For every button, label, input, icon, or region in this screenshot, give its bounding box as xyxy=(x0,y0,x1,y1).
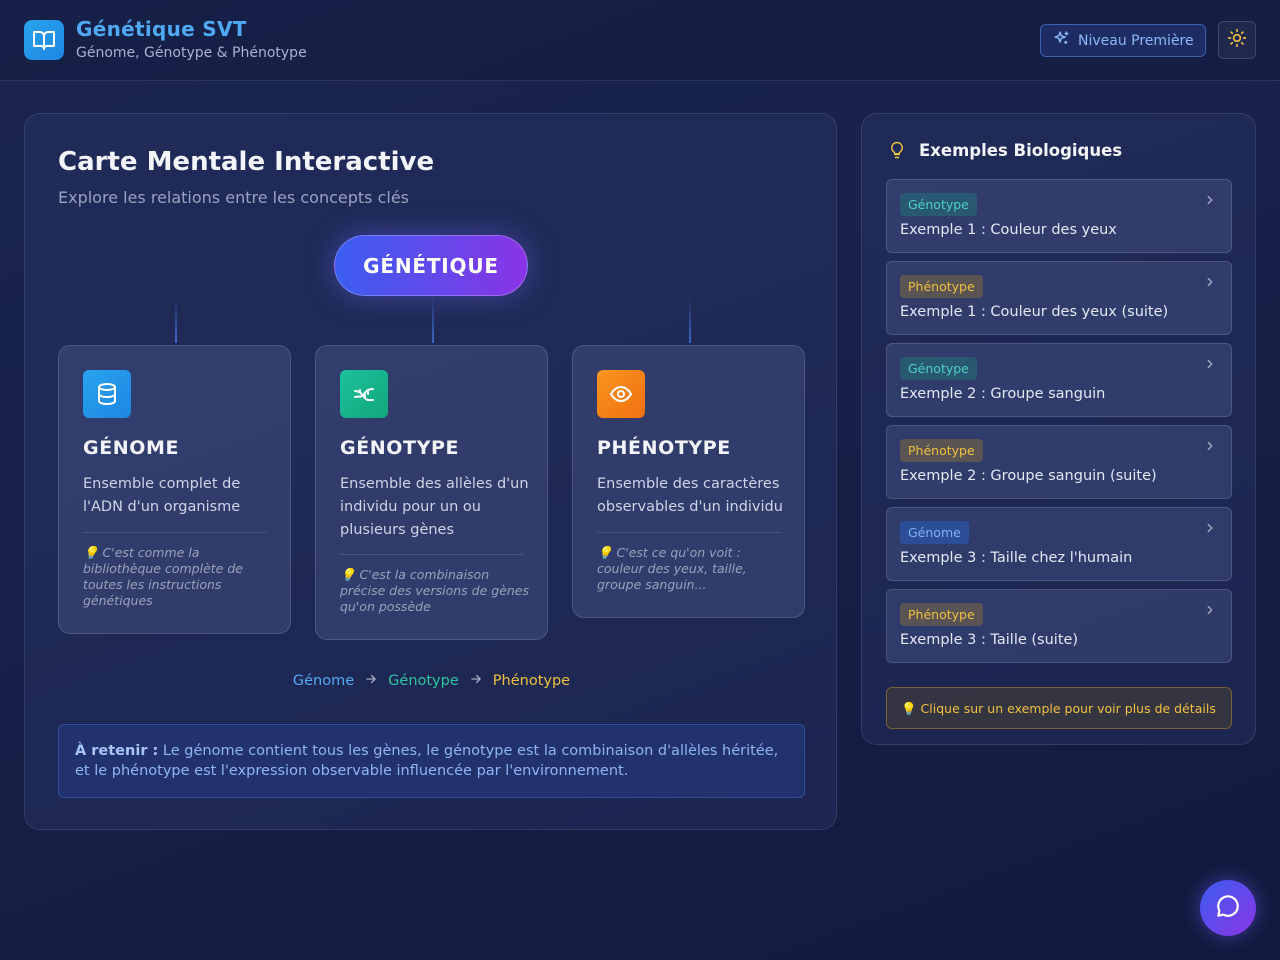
connector-line xyxy=(175,297,177,343)
arrow-right-icon xyxy=(364,672,378,690)
card-note: 💡 C'est ce qu'on voit : couleur des yeux… xyxy=(597,545,747,592)
app-subtitle: Génome, Génotype & Phénotype xyxy=(76,45,307,61)
examples-title: Exemples Biologiques xyxy=(919,141,1123,160)
example-item[interactable]: Génotype Exemple 2 : Groupe sanguin xyxy=(886,343,1232,417)
example-tag: Phénotype xyxy=(900,275,983,298)
summary-box: À retenir : Le génome contient tous les … xyxy=(58,724,805,798)
example-item[interactable]: Phénotype Exemple 1 : Couleur des yeux (… xyxy=(886,261,1232,335)
example-title: Exemple 1 : Couleur des yeux xyxy=(900,222,1117,238)
eye-icon xyxy=(597,370,645,418)
theme-toggle-button[interactable] xyxy=(1218,21,1256,59)
card-title: GÉNOME xyxy=(83,437,180,459)
dna-icon xyxy=(340,370,388,418)
example-title: Exemple 1 : Couleur des yeux (suite) xyxy=(900,304,1169,320)
chevron-right-icon xyxy=(1203,274,1217,293)
hint-box: 💡 Clique sur un exemple pour voir plus d… xyxy=(886,687,1232,729)
level-button[interactable]: Niveau Première xyxy=(1040,24,1206,57)
card-divider xyxy=(597,532,780,533)
example-title: Exemple 2 : Groupe sanguin xyxy=(900,386,1106,402)
card-description: Ensemble complet de l'ADN d'un organisme xyxy=(83,476,241,515)
book-icon xyxy=(24,20,64,60)
example-item[interactable]: Phénotype Exemple 3 : Taille (suite) xyxy=(886,589,1232,663)
central-node[interactable]: GÉNÉTIQUE xyxy=(334,235,528,296)
mind-map-panel: Carte Mentale Interactive Explore les re… xyxy=(24,113,837,830)
example-tag: Génotype xyxy=(900,357,977,380)
page-title: Carte Mentale Interactive xyxy=(58,147,435,177)
chevron-right-icon xyxy=(1203,192,1217,211)
summary-label: À retenir : xyxy=(75,743,159,759)
concept-card-phenotype[interactable]: PHÉNOTYPE Ensemble des caractères observ… xyxy=(572,345,805,618)
examples-panel: Exemples Biologiques Génotype Exemple 1 … xyxy=(861,113,1256,745)
sparkles-icon xyxy=(1053,30,1070,51)
card-description: Ensemble des allèles d'un individu pour … xyxy=(340,476,529,538)
card-note: 💡 C'est comme la bibliothèque complète d… xyxy=(83,545,243,608)
card-description: Ensemble des caractères observables d'un… xyxy=(597,476,783,515)
chevron-right-icon xyxy=(1203,602,1217,621)
example-title: Exemple 2 : Groupe sanguin (suite) xyxy=(900,468,1157,484)
lightbulb-icon xyxy=(888,140,906,164)
flow-step-phenotype: Phénotype xyxy=(492,673,571,689)
flow-step-genome: Génome xyxy=(292,673,355,689)
example-title: Exemple 3 : Taille (suite) xyxy=(900,632,1079,648)
concept-card-genome[interactable]: GÉNOME Ensemble complet de l'ADN d'un or… xyxy=(58,345,291,634)
card-title: PHÉNOTYPE xyxy=(597,437,731,459)
concept-flow: Génome Génotype Phénotype xyxy=(25,672,838,690)
example-item[interactable]: Génotype Exemple 1 : Couleur des yeux xyxy=(886,179,1232,253)
connector-line xyxy=(689,297,691,343)
level-label: Niveau Première xyxy=(1078,32,1194,49)
card-divider xyxy=(340,554,523,555)
example-tag: Génome xyxy=(900,521,969,544)
card-divider xyxy=(83,532,266,533)
page-subtitle: Explore les relations entre les concepts… xyxy=(58,188,409,207)
connector-line xyxy=(432,297,434,343)
database-icon xyxy=(83,370,131,418)
chat-bubble-icon xyxy=(1215,893,1241,923)
example-title: Exemple 3 : Taille chez l'humain xyxy=(900,550,1133,566)
card-title: GÉNOTYPE xyxy=(340,437,460,459)
card-note: 💡 C'est la combinaison précise des versi… xyxy=(340,567,530,614)
flow-step-genotype: Génotype xyxy=(388,673,459,689)
example-tag: Phénotype xyxy=(900,439,983,462)
sun-icon xyxy=(1227,28,1247,52)
example-tag: Génotype xyxy=(900,193,977,216)
arrow-right-icon xyxy=(469,672,483,690)
chevron-right-icon xyxy=(1203,438,1217,457)
chevron-right-icon xyxy=(1203,356,1217,375)
chat-button[interactable] xyxy=(1200,880,1256,936)
summary-text: Le génome contient tous les gènes, le gé… xyxy=(75,743,779,779)
example-item[interactable]: Génome Exemple 3 : Taille chez l'humain xyxy=(886,507,1232,581)
app-header: Génétique SVT Génome, Génotype & Phénoty… xyxy=(0,0,1280,81)
example-tag: Phénotype xyxy=(900,603,983,626)
concept-card-genotype[interactable]: GÉNOTYPE Ensemble des allèles d'un indiv… xyxy=(315,345,548,640)
example-item[interactable]: Phénotype Exemple 2 : Groupe sanguin (su… xyxy=(886,425,1232,499)
chevron-right-icon xyxy=(1203,520,1217,539)
app-title: Génétique SVT xyxy=(76,17,247,41)
